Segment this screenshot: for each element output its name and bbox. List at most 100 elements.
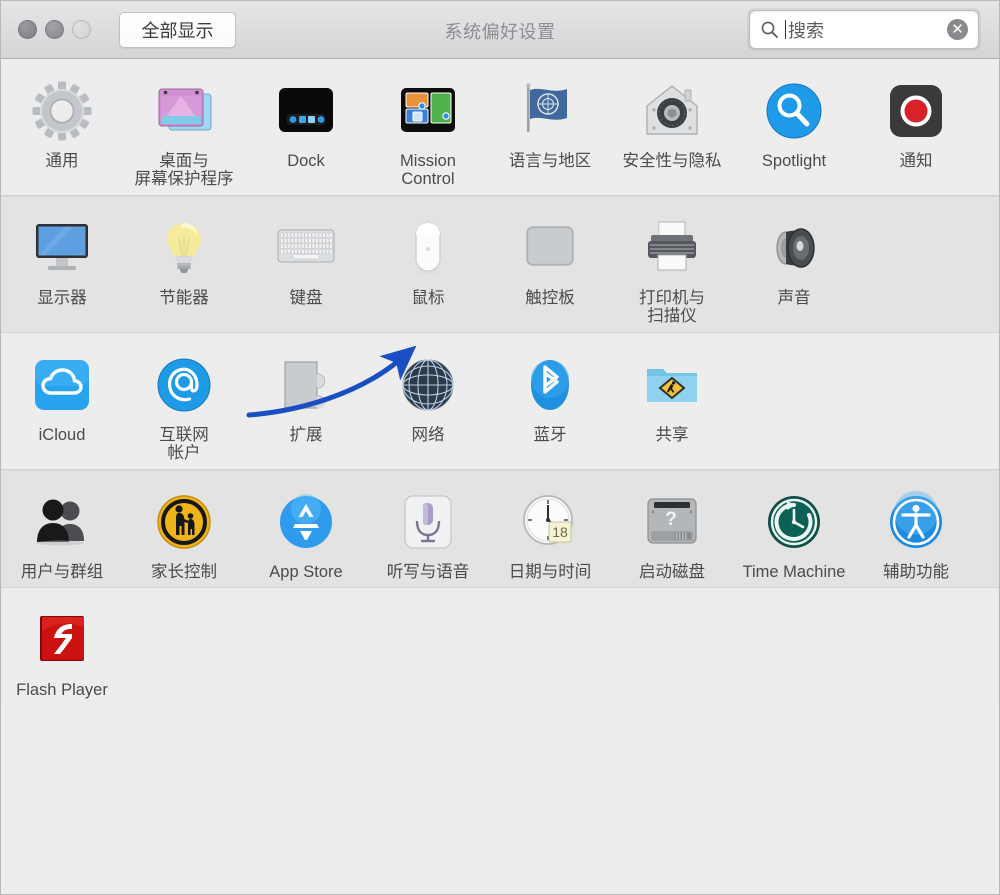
preference-pane-label-line1: 通知 xyxy=(900,152,933,170)
preference-pane-label: iCloud xyxy=(39,426,86,444)
preference-row-1: 通用 桌面与屏幕保护程序 Dock MissionControl 语言与地区 安全性与隐私… xyxy=(1,59,999,195)
show-all-button[interactable]: 全部显示 xyxy=(119,12,236,48)
search-input[interactable]: 搜索 xyxy=(788,17,947,43)
preference-pane-label-line1: 启动磁盘 xyxy=(639,563,705,581)
preference-pane-label-line1: 鼠标 xyxy=(412,289,445,307)
preference-pane-desktop-screensaver[interactable]: 桌面与屏幕保护程序 xyxy=(123,77,245,189)
spotlight-icon xyxy=(760,77,828,145)
window-titlebar: 全部显示 系统偏好设置 搜索 ✕ xyxy=(1,1,999,59)
trackpad-icon xyxy=(516,214,584,282)
system-preferences-window: 全部显示 系统偏好设置 搜索 ✕ 通用 桌面与屏幕保护程序 Dock MissionC… xyxy=(0,0,1000,895)
preference-pane-label-line1: 家长控制 xyxy=(151,563,217,581)
preference-pane-label-line1: 听写与语音 xyxy=(387,563,470,581)
preference-pane-accessibility[interactable]: 辅助功能 xyxy=(855,488,977,581)
clock-calendar-icon: 18 xyxy=(516,488,584,556)
preference-pane-label: 共享 xyxy=(656,426,689,444)
preference-pane-label: 网络 xyxy=(412,426,445,444)
preference-pane-printer[interactable]: 打印机与扫描仪 xyxy=(611,214,733,326)
speaker-icon xyxy=(760,214,828,282)
preference-pane-speaker[interactable]: 声音 xyxy=(733,214,855,307)
preference-pane-mouse[interactable]: 鼠标 xyxy=(367,214,489,307)
preference-pane-label-line1: 辅助功能 xyxy=(883,563,949,581)
preference-pane-label: 声音 xyxy=(778,289,811,307)
search-text-caret xyxy=(785,20,786,39)
preference-pane-label-line1: Flash Player xyxy=(16,681,108,699)
preference-pane-label: 扩展 xyxy=(290,426,323,444)
search-field[interactable]: 搜索 ✕ xyxy=(749,10,979,49)
preference-pane-label: 日期与时间 xyxy=(509,563,592,581)
preference-pane-label: 安全性与隐私 xyxy=(623,152,722,170)
preference-pane-flag[interactable]: 语言与地区 xyxy=(489,77,611,170)
preference-pane-keyboard[interactable]: 键盘 xyxy=(245,214,367,307)
preference-pane-label: 家长控制 xyxy=(151,563,217,581)
mission-control-icon xyxy=(394,77,462,145)
printer-icon xyxy=(638,214,706,282)
preference-pane-startup-disk[interactable]: ? 启动磁盘 xyxy=(611,488,733,581)
lightbulb-icon xyxy=(150,214,218,282)
mouse-icon xyxy=(394,214,462,282)
zoom-button[interactable] xyxy=(72,20,91,39)
preference-pane-dock[interactable]: Dock xyxy=(245,77,367,170)
preference-pane-label: 语言与地区 xyxy=(509,152,592,170)
preference-pane-label: 通用 xyxy=(46,152,79,170)
startup-disk-icon: ? xyxy=(638,488,706,556)
preference-pane-sharing-folder[interactable]: 共享 xyxy=(611,351,733,444)
sharing-folder-icon xyxy=(638,351,706,419)
preference-pane-network-globe[interactable]: 网络 xyxy=(367,351,489,444)
preference-pane-label-line1: 扩展 xyxy=(290,426,323,444)
house-vault-icon xyxy=(638,77,706,145)
gear-icon xyxy=(28,77,96,145)
preference-pane-bluetooth[interactable]: 蓝牙 xyxy=(489,351,611,444)
preference-pane-label-line1: 共享 xyxy=(656,426,689,444)
preference-pane-spotlight[interactable]: Spotlight xyxy=(733,77,855,170)
flag-icon xyxy=(516,77,584,145)
icloud-icon xyxy=(28,351,96,419)
preference-pane-clock-calendar[interactable]: 18 日期与时间 xyxy=(489,488,611,581)
preference-pane-label-line1: iCloud xyxy=(39,426,86,444)
preference-pane-flash-player[interactable]: Flash Player xyxy=(1,606,123,699)
preference-pane-gear[interactable]: 通用 xyxy=(1,77,123,170)
preference-pane-time-machine[interactable]: Time Machine xyxy=(733,488,855,581)
clear-icon[interactable]: ✕ xyxy=(947,19,968,40)
search-icon xyxy=(760,20,779,39)
preference-pane-internet-accounts[interactable]: 互联网帐户 xyxy=(123,351,245,463)
preference-pane-house-vault[interactable]: 安全性与隐私 xyxy=(611,77,733,170)
display-icon xyxy=(28,214,96,282)
preference-pane-label: 打印机与扫描仪 xyxy=(639,289,705,326)
preference-pane-grid: 通用 桌面与屏幕保护程序 Dock MissionControl 语言与地区 安全性与隐私… xyxy=(1,59,999,706)
preference-pane-label-line1: 网络 xyxy=(412,426,445,444)
preference-pane-label: 启动磁盘 xyxy=(639,563,705,581)
preference-pane-microphone[interactable]: 听写与语音 xyxy=(367,488,489,581)
preference-pane-mission-control[interactable]: MissionControl xyxy=(367,77,489,189)
preference-pane-users-groups[interactable]: 用户与群组 xyxy=(1,488,123,581)
preference-pane-label-line2: 屏幕保护程序 xyxy=(135,170,234,188)
preference-pane-label: 显示器 xyxy=(37,289,87,307)
preference-pane-label-line1: 打印机与 xyxy=(639,289,705,307)
preference-pane-notification[interactable]: 通知 xyxy=(855,77,977,170)
minimize-button[interactable] xyxy=(45,20,64,39)
close-button[interactable] xyxy=(18,20,37,39)
preference-pane-label-line1: Mission xyxy=(400,152,456,170)
preference-pane-label: 节能器 xyxy=(159,289,209,307)
dock-icon xyxy=(272,77,340,145)
preference-pane-parental-controls[interactable]: 家长控制 xyxy=(123,488,245,581)
preference-pane-extensions[interactable]: 扩展 xyxy=(245,351,367,444)
preference-pane-label-line1: 日期与时间 xyxy=(509,563,592,581)
preference-pane-label: Spotlight xyxy=(762,152,826,170)
svg-text:18: 18 xyxy=(552,524,568,540)
flash-player-icon xyxy=(28,606,96,674)
preference-pane-display[interactable]: 显示器 xyxy=(1,214,123,307)
clear-glyph: ✕ xyxy=(951,22,964,37)
preference-row-2: 显示器节能器键盘鼠标触控板打印机与扫描仪声音 xyxy=(1,195,999,332)
time-machine-icon xyxy=(760,488,828,556)
preference-pane-label-line2: 扫描仪 xyxy=(639,307,705,325)
preference-pane-label-line1: Spotlight xyxy=(762,152,826,170)
preference-pane-app-store[interactable]: App Store xyxy=(245,488,367,581)
preference-pane-label-line2: Control xyxy=(400,170,456,188)
preference-pane-icloud[interactable]: iCloud xyxy=(1,351,123,444)
preference-pane-trackpad[interactable]: 触控板 xyxy=(489,214,611,307)
preference-pane-label: 桌面与屏幕保护程序 xyxy=(135,152,234,189)
preference-pane-lightbulb[interactable]: 节能器 xyxy=(123,214,245,307)
preference-pane-label: MissionControl xyxy=(400,152,456,189)
preference-pane-label: Dock xyxy=(287,152,325,170)
